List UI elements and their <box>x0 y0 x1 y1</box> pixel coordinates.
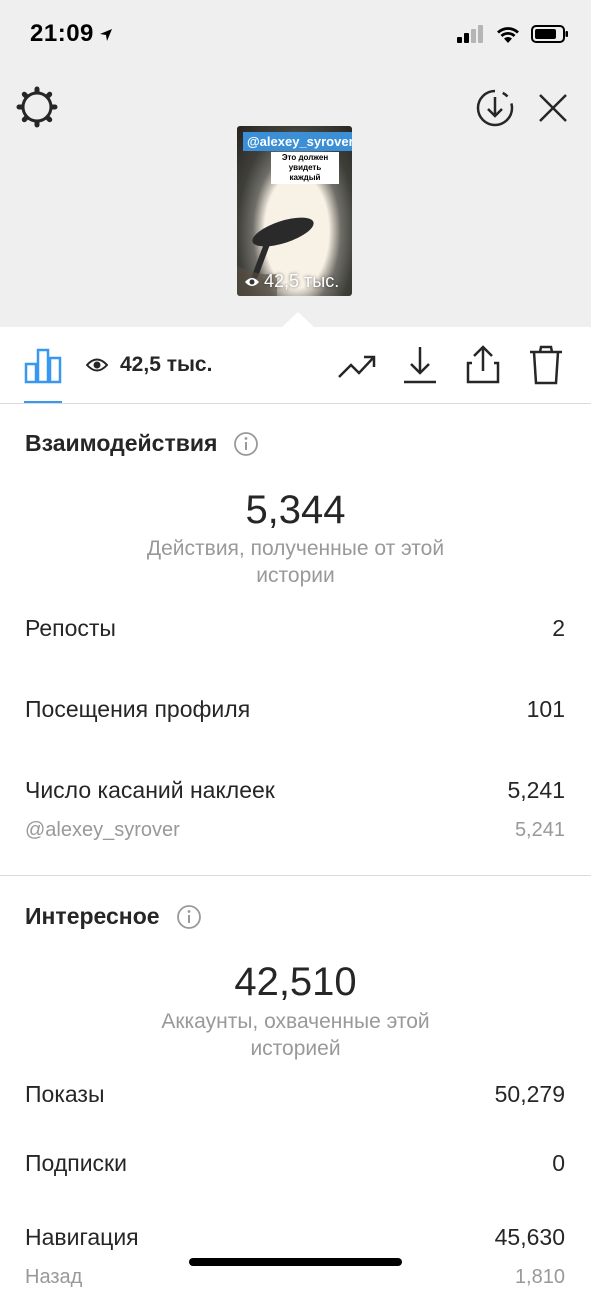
metric-row: Навигация 45,630 <box>25 1224 565 1251</box>
metric-value: 5,241 <box>507 777 565 803</box>
discovery-total: 42,510 <box>234 960 357 1004</box>
metric-value: 45,630 <box>494 1224 565 1250</box>
story-mention-tag: @alexey_syrover <box>243 132 352 151</box>
eye-icon <box>245 277 259 286</box>
metric-label: Посещения профиля <box>25 696 251 722</box>
metric-label: Показы <box>25 1081 105 1107</box>
story-sticker-text: Это должен увидеть каждый <box>271 152 339 184</box>
story-views-count: 42,5 тыс. <box>264 271 340 291</box>
close-icon <box>539 94 567 122</box>
discovery-section-title: Интересное <box>25 903 202 930</box>
status-time: 21:09 <box>30 20 114 48</box>
gear-icon <box>16 86 58 128</box>
bar-chart-icon <box>24 348 62 384</box>
promote-button[interactable] <box>337 349 377 388</box>
story-thumbnail[interactable]: @alexey_syrover Это должен увидеть кажды… <box>237 126 352 296</box>
save-story-button[interactable] <box>475 88 515 133</box>
interactions-section-title: Взаимодействия <box>25 430 259 457</box>
metric-subrow: @alexey_syrover 5,241 <box>25 819 565 842</box>
metric-row: Посещения профиля 101 <box>25 696 565 723</box>
home-indicator[interactable] <box>189 1258 402 1266</box>
metric-label: Репосты <box>25 615 116 641</box>
trending-up-icon <box>338 355 376 378</box>
interactions-subtitle: Действия, полученные от этой истории <box>146 537 445 587</box>
discovery-subtitle: Аккаунты, охваченные этой историей <box>161 1010 430 1060</box>
share-button[interactable] <box>465 345 501 390</box>
settings-gear-button[interactable] <box>16 86 58 133</box>
download-button[interactable] <box>402 345 438 390</box>
metric-value: 101 <box>526 696 565 722</box>
metric-value: 2 <box>552 615 565 641</box>
interactions-total: 5,344 <box>245 488 346 532</box>
clock: 21:09 <box>30 20 94 47</box>
download-icon <box>404 347 436 384</box>
trash-icon <box>530 345 562 385</box>
status-indicators <box>457 24 569 44</box>
metric-subrow: Назад 1,810 <box>25 1266 565 1289</box>
battery-icon <box>531 25 568 43</box>
metric-label: Навигация <box>25 1224 139 1250</box>
story-header: 21:09 @alexey_syrover Это должен увидеть… <box>0 0 591 327</box>
insights-toolbar: 42,5 тыс. <box>0 327 591 404</box>
metric-label: Число касаний наклеек <box>25 777 275 803</box>
location-arrow-icon <box>99 28 112 41</box>
metric-value: 0 <box>552 1150 565 1176</box>
delete-button[interactable] <box>528 344 564 391</box>
eye-icon <box>85 358 109 372</box>
metric-row: Число касаний наклеек 5,241 <box>25 777 565 804</box>
download-circle-icon <box>476 89 514 127</box>
info-icon[interactable] <box>233 431 259 457</box>
metric-label: Назад <box>25 1266 83 1288</box>
metric-value: 1,810 <box>514 1266 565 1288</box>
metric-value: 5,241 <box>514 819 565 841</box>
share-icon <box>466 345 500 384</box>
story-views: 42,5 тыс. <box>244 271 339 292</box>
close-button[interactable] <box>536 91 570 130</box>
insights-tab[interactable] <box>24 346 62 389</box>
metric-row: Репосты 2 <box>25 615 565 642</box>
interactions-title: Взаимодействия <box>25 430 218 456</box>
metric-value: 50,279 <box>494 1081 565 1107</box>
metric-label: @alexey_syrover <box>25 819 180 841</box>
active-tab-indicator <box>24 401 62 403</box>
section-divider <box>0 875 591 876</box>
views-count: 42,5 тыс. <box>120 353 213 376</box>
metric-row: Показы 50,279 <box>25 1081 565 1108</box>
metric-label: Подписки <box>25 1150 127 1176</box>
thumbnail-pointer <box>282 312 314 327</box>
cellular-signal-icon <box>457 25 483 43</box>
info-icon[interactable] <box>176 904 202 930</box>
wifi-icon <box>497 27 519 43</box>
views-eye <box>85 357 109 378</box>
discovery-title: Интересное <box>25 903 160 929</box>
metric-row: Подписки 0 <box>25 1150 565 1177</box>
